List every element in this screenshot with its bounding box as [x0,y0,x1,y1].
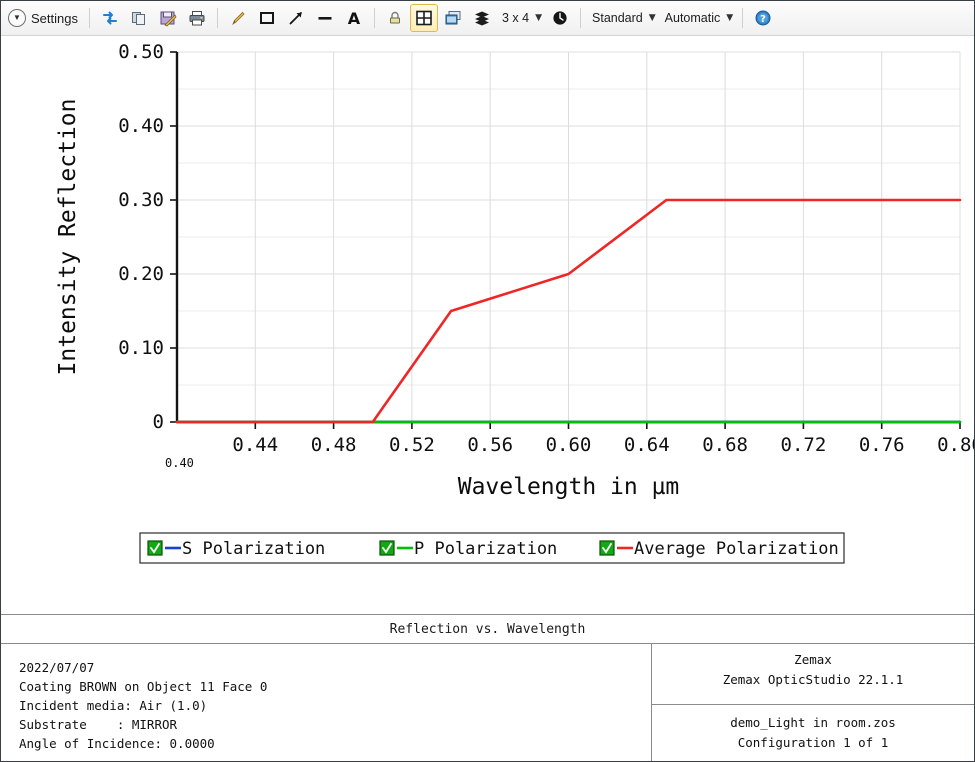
chevron-down-icon: ▼ [535,13,542,23]
settings-button[interactable]: ▼ Settings [5,5,83,31]
svg-text:A: A [348,9,361,27]
refresh-icon [99,7,121,29]
legend-label: P Polarization [414,539,557,559]
window-stack-icon [442,7,464,29]
print-icon [186,7,208,29]
toolbar-separator [742,8,743,28]
footer-filename: demo_Light in room.zos [730,713,896,733]
footer-body: 2022/07/07 Coating BROWN on Object 11 Fa… [1,644,974,761]
grid-size-label: 3 x 4 [502,11,529,25]
reflection-chart: 0 0.10 0.20 0.30 0.40 0.50 0.44 0.48 0.52 0.56 0.6… [1,36,974,609]
chevron-down-icon: ▼ [8,9,26,27]
settings-label: Settings [31,11,78,26]
rectangle-annotation-icon [256,7,278,29]
style-dropdown[interactable]: Standard ▼ [587,5,659,31]
toolbar: ▼ Settings [1,1,974,36]
svg-text:?: ? [760,14,766,25]
help-button[interactable]: ? [749,5,777,31]
footer-configuration: Configuration 1 of 1 [738,733,889,753]
grid-size-dropdown[interactable]: 3 x 4 ▼ [497,5,545,31]
copy-button[interactable] [125,5,153,31]
pencil-annotation-icon [227,7,249,29]
save-button[interactable] [154,5,182,31]
x-tick-label: 0.80 [937,434,974,456]
footer-app-block: Zemax Zemax OpticStudio 22.1.1 demo_Ligh… [652,644,974,761]
y-axis-title: Intensity Reflection [55,99,81,376]
x-tick-label: 0.76 [859,434,905,456]
tile-windows-button[interactable] [410,4,438,32]
footer-line-coating: Coating BROWN on Object 11 Face 0 [19,677,651,696]
x-tick-label: 0.72 [781,434,827,456]
footer-app-info: Zemax Zemax OpticStudio 22.1.1 [652,644,974,705]
copy-icon [128,7,150,29]
footer-line-angle: Angle of Incidence: 0.0000 [19,734,651,753]
y-tick-label: 0 [153,411,164,433]
print-button[interactable] [183,5,211,31]
footer-title: Reflection vs. Wavelength [1,615,974,644]
x-tick-label: 0.48 [311,434,357,456]
chevron-down-icon: ▼ [649,13,656,23]
footer-line-date: 2022/07/07 [19,658,651,677]
save-icon [157,7,179,29]
help-icon: ? [752,7,774,29]
footer-brand: Zemax [794,650,832,670]
x-origin-label: 0.40 [165,456,194,470]
arrow-annotation-button[interactable] [282,5,310,31]
x-tick-label: 0.60 [546,434,592,456]
footer-line-substrate: Substrate : MIRROR [19,715,651,734]
y-tick-label: 0.50 [118,41,164,63]
x-axis-title: Wavelength in µm [458,474,680,500]
line-annotation-button[interactable] [311,5,339,31]
text-annotation-icon: A [343,7,365,29]
legend-label: Average Polarization [634,539,839,559]
footer-file-info: demo_Light in room.zos Configuration 1 o… [652,705,974,761]
scale-label: Automatic [665,11,721,25]
footer: Reflection vs. Wavelength 2022/07/07 Coa… [1,614,974,761]
pencil-annotation-button[interactable] [224,5,252,31]
clock-icon [549,7,571,29]
toolbar-separator [374,8,375,28]
layers-icon [471,7,493,29]
style-label: Standard [592,11,643,25]
y-tick-label: 0.10 [118,337,164,359]
plot-area[interactable]: 0 0.10 0.20 0.30 0.40 0.50 0.44 0.48 0.52 0.56 0.6… [1,36,974,614]
x-tick-label: 0.64 [624,434,670,456]
legend-label: S Polarization [182,539,325,559]
lock-icon [384,7,406,29]
toolbar-separator [580,8,581,28]
toolbar-separator [89,8,90,28]
footer-line-incident-media: Incident media: Air (1.0) [19,696,651,715]
rectangle-annotation-button[interactable] [253,5,281,31]
footer-info-block: 2022/07/07 Coating BROWN on Object 11 Fa… [1,644,652,761]
y-tick-label: 0.40 [118,115,164,137]
x-tick-label: 0.52 [389,434,435,456]
scale-dropdown[interactable]: Automatic ▼ [660,5,737,31]
y-tick-label: 0.20 [118,263,164,285]
footer-product-version: Zemax OpticStudio 22.1.1 [723,670,904,690]
toolbar-separator [217,8,218,28]
lock-button[interactable] [381,5,409,31]
refresh-button[interactable] [96,5,124,31]
x-tick-label: 0.56 [467,434,513,456]
clock-button[interactable] [546,5,574,31]
window-tile-icon [413,7,435,29]
y-tick-label: 0.30 [118,189,164,211]
analysis-window: ▼ Settings [0,0,975,762]
chevron-down-icon: ▼ [726,13,733,23]
x-tick-label: 0.44 [232,434,278,456]
line-annotation-icon [314,7,336,29]
x-tick-label: 0.68 [702,434,748,456]
stack-windows-button[interactable] [439,5,467,31]
arrow-annotation-icon [285,7,307,29]
layers-button[interactable] [468,5,496,31]
text-annotation-button[interactable]: A [340,5,368,31]
